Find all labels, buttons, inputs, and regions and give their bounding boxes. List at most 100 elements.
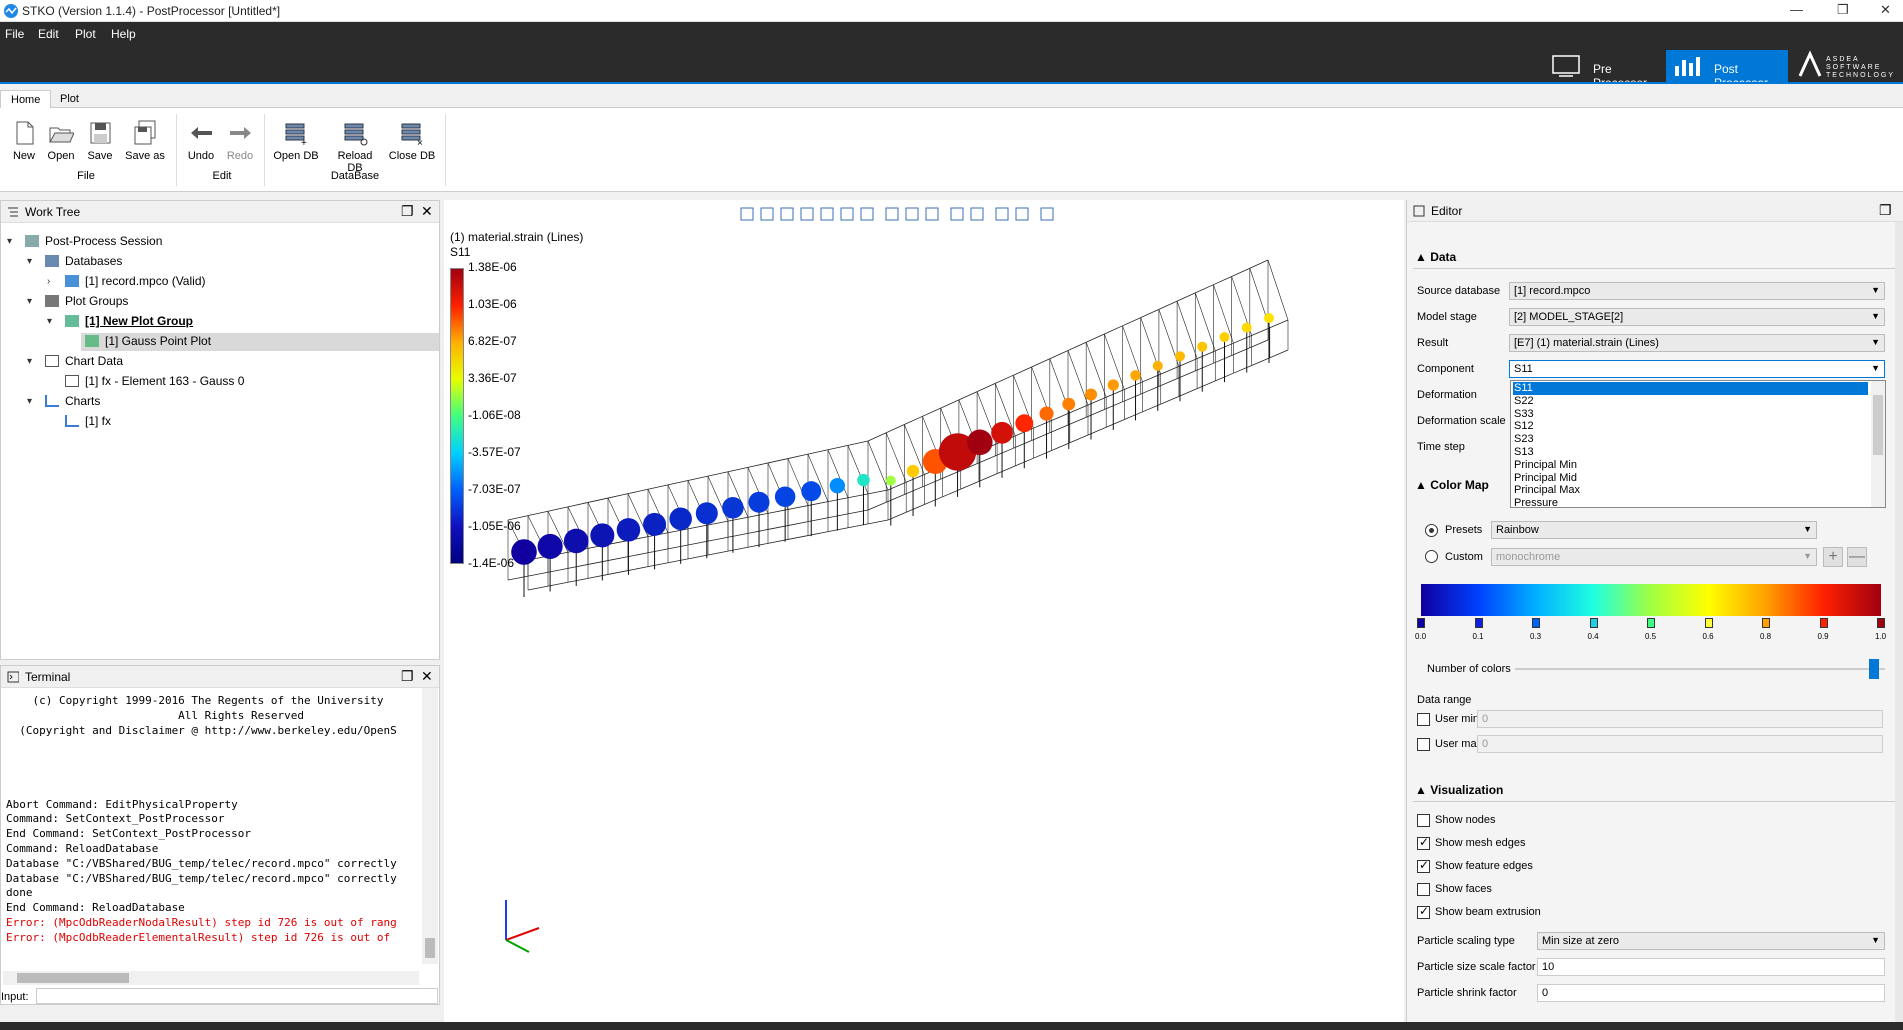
remove-color-button[interactable]: — <box>1847 547 1867 567</box>
component-dropdown-list[interactable]: S11 S22 S33 S12 S23 S13 Principal Min Principal… <box>1510 380 1886 510</box>
expand-arrow-icon[interactable]: ▾ <box>27 256 32 267</box>
save-button[interactable]: Save <box>76 120 124 162</box>
colormap-stop-marker[interactable] <box>1647 618 1655 628</box>
presets-select[interactable]: Rainbow ▼ <box>1491 521 1817 539</box>
result-select[interactable]: [E7] (1) material.strain (Lines) ▼ <box>1509 334 1885 352</box>
colormap-stop-marker[interactable] <box>1589 618 1598 628</box>
expand-arrow-icon[interactable]: ▾ <box>27 396 32 407</box>
colormap-stop-marker[interactable] <box>1762 618 1770 628</box>
collapse-arrow-icon[interactable]: › <box>47 276 50 287</box>
command-input[interactable] <box>36 988 438 1004</box>
tree-node-new-plot-group[interactable]: [1] New Plot Group <box>65 314 193 328</box>
component-option[interactable]: Principal Max <box>1513 484 1868 497</box>
expand-arrow-icon[interactable]: ▾ <box>27 296 32 307</box>
colormap-section-header[interactable]: ▲ Color Map <box>1415 478 1489 492</box>
menu-edit[interactable]: Edit <box>38 27 59 41</box>
expand-arrow-icon[interactable]: ▾ <box>7 236 12 247</box>
presets-radio[interactable] <box>1425 524 1438 537</box>
open-db-button[interactable]: + Open DB <box>272 120 320 162</box>
menu-plot[interactable]: Plot <box>75 27 96 41</box>
colormap-tick-label: 0.9 <box>1817 632 1829 641</box>
colormap-stop-marker[interactable] <box>1532 618 1540 628</box>
component-option[interactable]: S22 <box>1513 395 1868 408</box>
colormap-stop-marker[interactable] <box>1819 618 1828 628</box>
expand-arrow-icon[interactable]: ▾ <box>47 316 52 327</box>
component-option[interactable]: S23 <box>1513 433 1868 446</box>
particle-size-scale-input[interactable]: 10 <box>1537 958 1885 976</box>
colormap-stop-marker[interactable] <box>1417 618 1425 628</box>
tree-node-databases[interactable]: Databases <box>45 254 122 268</box>
component-option[interactable]: Principal Mid <box>1513 472 1868 485</box>
particle-scaling-type-select[interactable]: Min size at zero ▼ <box>1537 932 1885 950</box>
visualization-section-header[interactable]: ▲ Visualization <box>1415 783 1503 797</box>
slider-handle[interactable] <box>1869 659 1879 679</box>
tree-node-record[interactable]: [1] record.mpco (Valid) <box>65 274 206 288</box>
close-panel-icon[interactable]: ✕ <box>421 668 433 685</box>
tree-node-plot-groups[interactable]: Plot Groups <box>45 294 128 308</box>
post-processor-button[interactable]: Post Processor <box>1666 50 1788 90</box>
vertical-scrollbar[interactable] <box>422 688 438 964</box>
colormap-stop-marker[interactable] <box>1877 618 1885 628</box>
component-option[interactable]: S33 <box>1513 408 1868 421</box>
custom-select[interactable]: monochrome ▼ <box>1491 548 1817 566</box>
source-database-select[interactable]: [1] record.mpco ▼ <box>1509 282 1885 300</box>
legend-label: 1.38E-06 <box>468 260 517 274</box>
tree-node-fx-data[interactable]: [1] fx - Element 163 - Gauss 0 <box>65 374 244 388</box>
float-panel-icon[interactable]: ❐ <box>1879 202 1892 219</box>
show-feature-edges-checkbox[interactable] <box>1417 858 1430 873</box>
component-option[interactable]: Principal Min <box>1513 459 1868 472</box>
tab-home[interactable]: Home <box>0 90 52 108</box>
colormap-stop-marker[interactable] <box>1474 618 1483 628</box>
3d-viewport[interactable]: (1) material.strain (Lines) S11 1.38E-06… <box>444 200 1404 1022</box>
user-max-input[interactable]: 0 <box>1477 735 1883 753</box>
show-beam-extrusion-checkbox[interactable] <box>1417 904 1430 919</box>
show-faces-checkbox[interactable] <box>1417 883 1430 896</box>
add-color-button[interactable]: + <box>1823 547 1843 567</box>
float-panel-icon[interactable]: ❐ <box>401 203 414 220</box>
tab-plot[interactable]: Plot <box>50 90 89 108</box>
horizontal-scrollbar[interactable] <box>3 971 419 985</box>
scrollbar-thumb[interactable] <box>1873 395 1883 455</box>
component-option[interactable]: S12 <box>1513 420 1868 433</box>
show-mesh-edges-checkbox[interactable] <box>1417 835 1430 850</box>
component-option[interactable]: Pressure <box>1513 497 1868 510</box>
save-as-button[interactable]: Save as <box>121 120 169 162</box>
dropdown-scrollbar[interactable] <box>1871 381 1885 507</box>
scrollbar-thumb[interactable] <box>17 973 129 983</box>
restore-button[interactable]: ❐ <box>1837 2 1849 18</box>
editor-scrollbar[interactable] <box>1895 222 1903 1022</box>
user-max-checkbox[interactable] <box>1417 738 1430 751</box>
user-min-input[interactable]: 0 <box>1477 710 1883 728</box>
reload-db-button[interactable]: Reload DB <box>330 120 380 174</box>
minimize-button[interactable]: — <box>1790 2 1803 17</box>
number-of-colors-slider[interactable] <box>1515 668 1885 670</box>
mesh-edge <box>847 440 869 446</box>
custom-radio[interactable] <box>1425 550 1438 563</box>
redo-button[interactable]: Redo <box>216 120 264 162</box>
component-option[interactable]: S11 <box>1513 382 1868 395</box>
close-window-button[interactable]: ✕ <box>1880 2 1891 18</box>
close-panel-icon[interactable]: ✕ <box>421 203 433 220</box>
expand-arrow-icon[interactable]: ▾ <box>27 356 32 367</box>
tree-node-gauss-point-plot[interactable]: [1] Gauss Point Plot <box>85 334 211 348</box>
data-section-header[interactable]: ▲ Data <box>1415 250 1456 264</box>
pre-processor-button[interactable]: Pre Processor <box>1545 50 1667 90</box>
colormap-gradient[interactable] <box>1421 584 1881 616</box>
particle-shrink-input[interactable]: 0 <box>1537 984 1885 1002</box>
tree-node-charts[interactable]: Charts <box>45 394 100 408</box>
menu-file[interactable]: File <box>5 27 24 41</box>
show-nodes-checkbox[interactable] <box>1417 814 1430 827</box>
tree-node-session[interactable]: Post-Process Session <box>25 234 162 248</box>
component-select[interactable]: S11 ▼ <box>1509 360 1885 378</box>
scrollbar-thumb[interactable] <box>425 938 435 958</box>
user-min-checkbox[interactable] <box>1417 713 1430 726</box>
menu-help[interactable]: Help <box>111 27 136 41</box>
model-stage-select[interactable]: [2] MODEL_STAGE[2] ▼ <box>1509 308 1885 326</box>
float-panel-icon[interactable]: ❐ <box>401 668 414 685</box>
close-db-button[interactable]: × Close DB <box>388 120 436 162</box>
tree-node-chart-data[interactable]: Chart Data <box>45 354 123 368</box>
component-option[interactable]: S13 <box>1513 446 1868 459</box>
menu-bar: File Edit Plot Help Pre Processor Post P… <box>0 22 1903 90</box>
tree-node-fx-chart[interactable]: [1] fx <box>65 414 111 428</box>
colormap-stop-marker[interactable] <box>1704 618 1713 628</box>
